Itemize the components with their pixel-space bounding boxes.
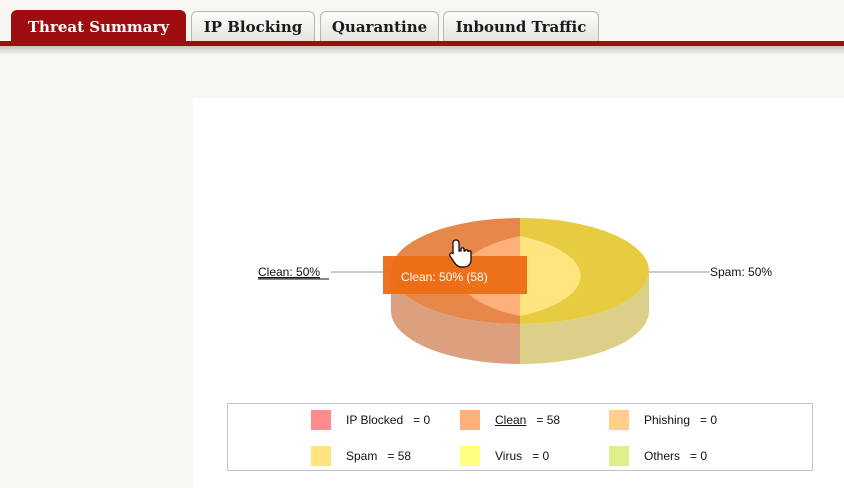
legend-value: = 0 (413, 413, 431, 427)
tooltip-text: Clean: 50% (58) (401, 270, 488, 284)
chart-legend: IP Blocked = 0 Clean = 58 Phishing = 0 S… (227, 403, 813, 471)
legend-item-ip-blocked[interactable]: IP Blocked = 0 (311, 410, 430, 430)
legend-label: Virus (495, 449, 523, 463)
legend-swatch-virus (460, 446, 480, 466)
legend-label: IP Blocked (346, 413, 404, 427)
legend-label: Spam (346, 449, 378, 463)
legend-value: = 58 (387, 449, 412, 463)
legend-label[interactable]: Clean (495, 413, 526, 427)
legend-swatch-ip-blocked (311, 410, 331, 430)
legend-value: = 0 (532, 449, 550, 463)
legend-label: Others (644, 449, 681, 463)
legend-value: = 58 (536, 413, 561, 427)
legend-item-spam[interactable]: Spam = 58 (311, 446, 411, 466)
legend-swatch-spam (311, 446, 331, 466)
legend-value: = 0 (700, 413, 718, 427)
legend-swatch-clean (460, 410, 480, 430)
legend-item-virus[interactable]: Virus = 0 (460, 446, 549, 466)
legend-item-others[interactable]: Others = 0 (609, 446, 707, 466)
slice-label-spam: Spam: 50% (710, 265, 772, 279)
legend-swatch-others (609, 446, 629, 466)
legend-item-clean[interactable]: Clean = 58 (460, 410, 560, 430)
legend-value: = 0 (690, 449, 708, 463)
legend-label: Phishing (644, 413, 691, 427)
slice-label-clean[interactable]: Clean: 50% (258, 265, 320, 279)
legend-swatch-phishing (609, 410, 629, 430)
legend-item-phishing[interactable]: Phishing = 0 (609, 410, 717, 430)
